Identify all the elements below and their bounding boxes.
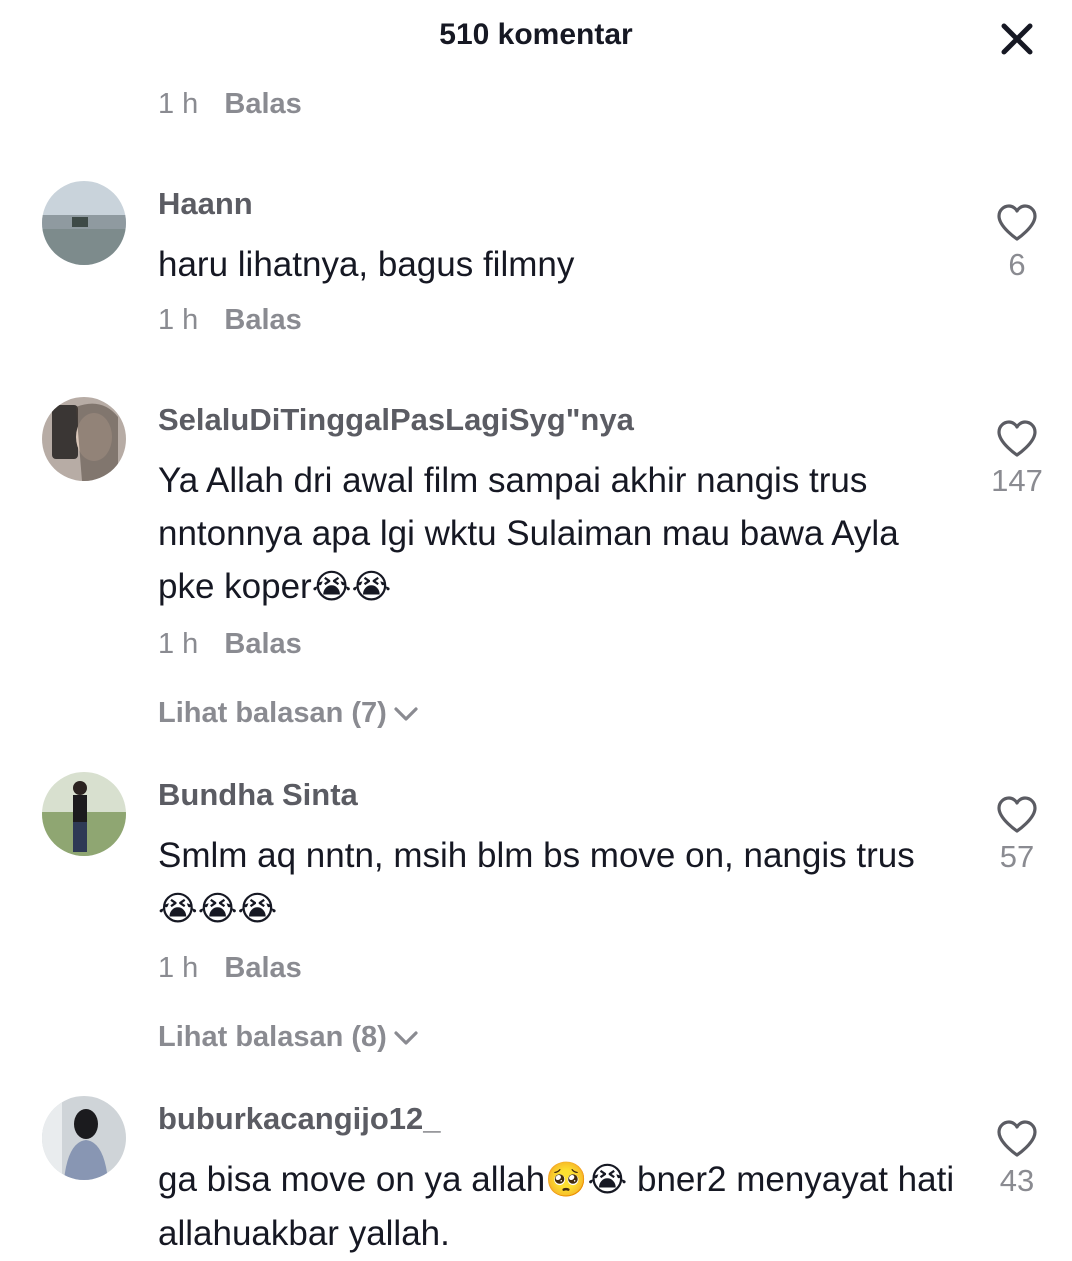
- like-count: 6: [1008, 247, 1026, 282]
- reply-button[interactable]: Balas: [224, 88, 301, 120]
- prev-comment-meta: 1 h Balas: [158, 88, 302, 121]
- reply-button[interactable]: Balas: [224, 304, 301, 336]
- comment-time: 1 h: [158, 952, 199, 984]
- close-button[interactable]: [996, 18, 1038, 60]
- heart-icon: [997, 1120, 1037, 1157]
- comment-username[interactable]: buburkacangijo12_: [158, 1101, 441, 1137]
- heart-icon: [997, 796, 1037, 833]
- comment-text: ga bisa move on ya allah🥺😭 bner2 menyaya…: [158, 1153, 958, 1260]
- comment-username[interactable]: Bundha Sinta: [158, 777, 358, 813]
- comment-text: Smlm aq nntn, msih blm bs move on, nangi…: [158, 829, 958, 936]
- comment-text-content: ga bisa move on ya allah: [158, 1160, 546, 1199]
- view-replies-button[interactable]: Lihat balasan (8): [158, 1021, 421, 1054]
- heart-icon: [997, 204, 1037, 241]
- reply-button[interactable]: Balas: [224, 952, 301, 984]
- avatar[interactable]: [42, 397, 126, 481]
- comment-text: haru lihatnya, bagus filmny: [158, 238, 958, 291]
- comment-time: 1 h: [158, 88, 199, 120]
- like-button[interactable]: 57: [985, 795, 1049, 875]
- view-replies-button[interactable]: Lihat balasan (7): [158, 697, 421, 730]
- chevron-down-icon: [394, 1031, 418, 1045]
- comment-count-title: 510 komentar: [439, 18, 633, 51]
- comment-meta: 1 h Balas: [158, 304, 302, 337]
- comment-username[interactable]: Haann: [158, 186, 253, 222]
- view-replies-label: Lihat balasan (7): [158, 697, 387, 729]
- comment-time: 1 h: [158, 628, 199, 660]
- avatar[interactable]: [42, 772, 126, 856]
- like-count: 57: [999, 839, 1035, 874]
- like-button[interactable]: 43: [985, 1119, 1049, 1199]
- comment-meta: 1 h Balas: [158, 952, 302, 985]
- avatar[interactable]: [42, 1096, 126, 1180]
- reply-button[interactable]: Balas: [224, 628, 301, 660]
- comment-text-content: Smlm aq nntn, msih blm bs move on, nangi…: [158, 836, 915, 875]
- close-icon: [1001, 23, 1033, 55]
- crying-emoji: 😭😭😭: [158, 889, 278, 929]
- view-replies-label: Lihat balasan (8): [158, 1021, 387, 1053]
- comments-header: 510 komentar: [0, 0, 1072, 76]
- comment-meta: 1 h Balas: [158, 628, 302, 661]
- heart-icon: [997, 420, 1037, 457]
- like-button[interactable]: 6: [985, 203, 1049, 283]
- comment-text: Ya Allah dri awal film sampai akhir nang…: [158, 454, 958, 614]
- comment-username[interactable]: SelaluDiTinggalPasLagiSyg"nya: [158, 402, 634, 438]
- like-button[interactable]: 147: [985, 419, 1049, 499]
- like-count: 43: [999, 1163, 1035, 1198]
- pleading-crying-emoji: 🥺😭: [545, 1160, 628, 1200]
- comment-text-content: haru lihatnya, bagus filmny: [158, 245, 575, 284]
- avatar[interactable]: [42, 181, 126, 265]
- chevron-down-icon: [394, 707, 418, 721]
- crying-emoji: 😭😭: [311, 567, 392, 607]
- comment-text-content: Ya Allah dri awal film sampai akhir nang…: [158, 461, 899, 606]
- like-count: 147: [991, 463, 1043, 498]
- comment-time: 1 h: [158, 304, 199, 336]
